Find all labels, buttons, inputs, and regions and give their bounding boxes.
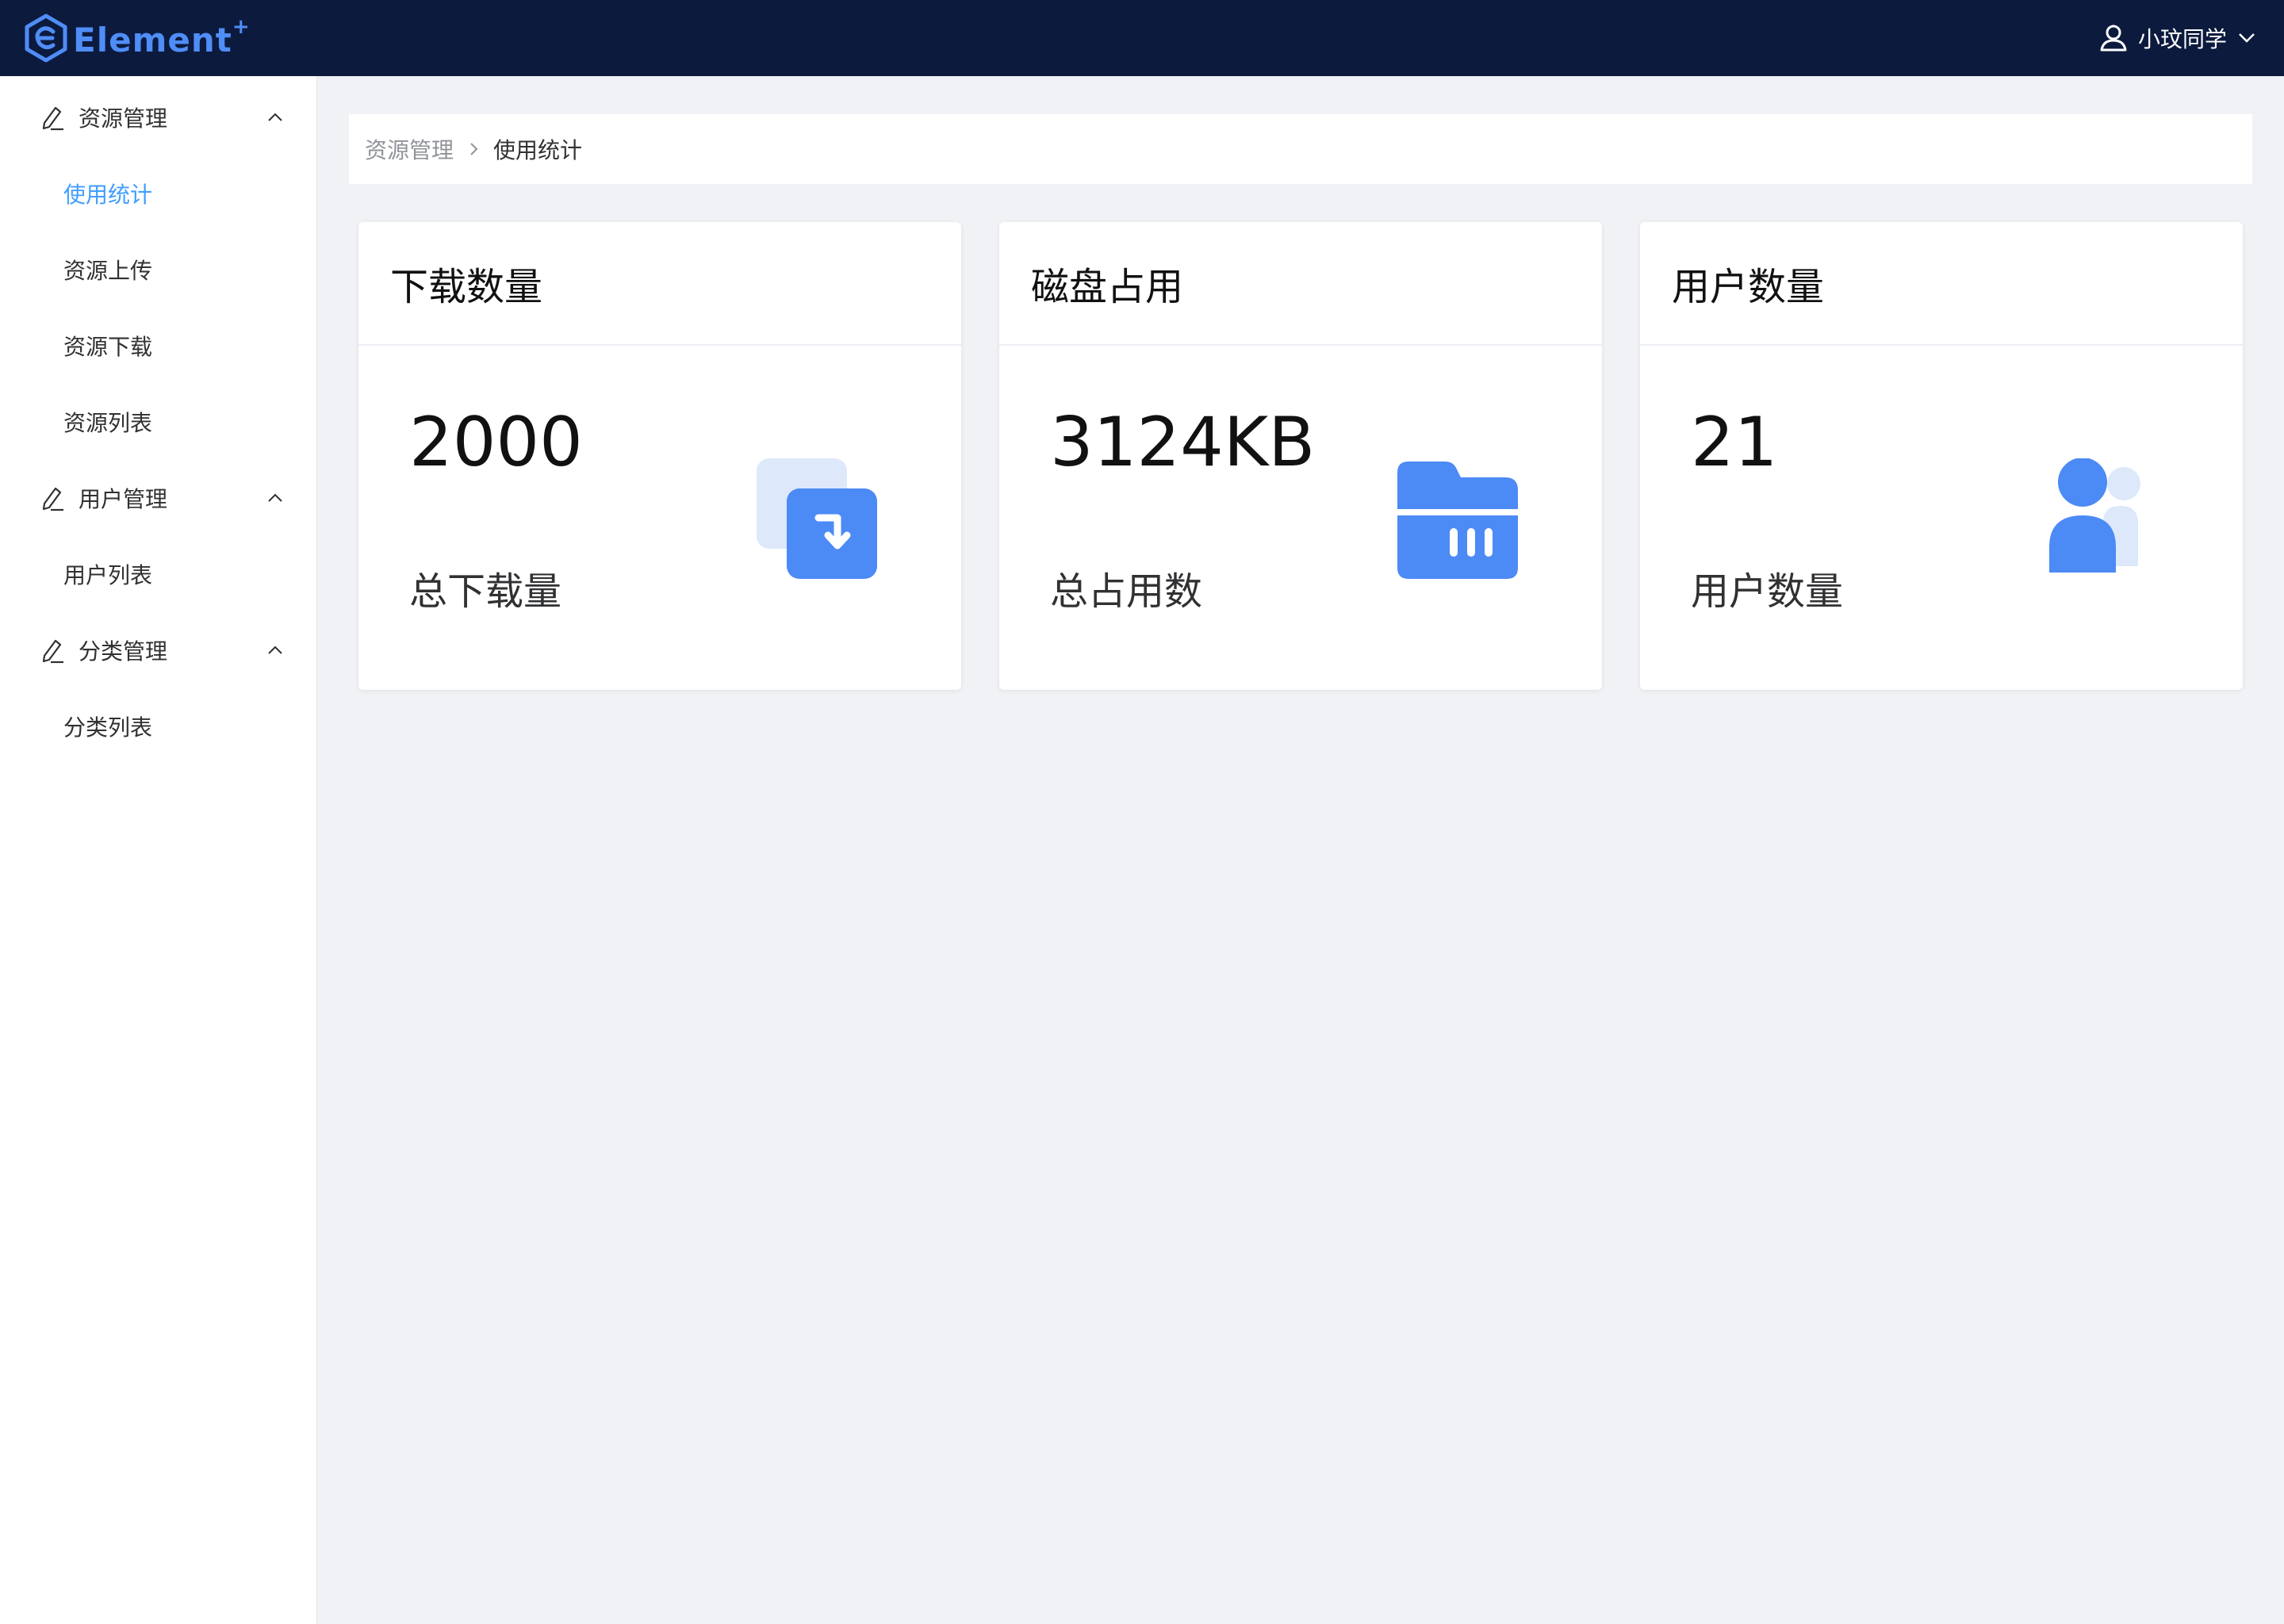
menu-group-label: 资源管理	[79, 105, 168, 132]
card-header: 用户数量	[1640, 222, 2243, 346]
chevron-right-icon	[470, 143, 478, 155]
menu-item-label: 资源下载	[63, 334, 153, 360]
card-header: 磁盘占用	[999, 222, 1602, 346]
menu-item-label: 用户列表	[63, 562, 153, 588]
menu-item-resource-download[interactable]: 资源下载	[0, 308, 317, 384]
chevron-down-icon	[2239, 33, 2255, 43]
chevron-up-icon	[268, 645, 282, 654]
breadcrumb-item-resource-management[interactable]: 资源管理	[365, 133, 454, 165]
card-title: 磁盘占用	[1031, 265, 1184, 309]
app-logo[interactable]: Element +	[24, 13, 250, 63]
menu-item-usage-stats[interactable]: 使用统计	[0, 155, 317, 232]
user-icon	[2100, 25, 2127, 52]
users-icon	[2049, 458, 2140, 573]
menu-item-label: 资源列表	[63, 410, 153, 436]
menu-group-user-management[interactable]: 用户管理	[0, 460, 317, 536]
card-label: 总下载量	[409, 569, 562, 614]
menu-item-label: 分类列表	[63, 714, 153, 741]
menu-item-category-list[interactable]: 分类列表	[0, 688, 317, 764]
menu-item-label: 使用统计	[63, 182, 153, 208]
username: 小玟同学	[2137, 26, 2227, 52]
card-value: 2000	[409, 403, 583, 482]
sidebar: 资源管理 使用统计 资源上传 资源下载 资源列表 用户管理 用户列表 分类管理	[0, 76, 317, 1624]
stat-card-downloads: 下载数量 2000 总下载量	[358, 222, 961, 690]
menu-group-category-management[interactable]: 分类管理	[0, 612, 317, 688]
edit-pen-icon	[42, 639, 63, 664]
card-header: 下载数量	[358, 222, 961, 346]
card-value: 3124KB	[1050, 403, 1316, 482]
element-logo-icon	[25, 13, 67, 63]
menu-group-label: 用户管理	[79, 486, 168, 512]
breadcrumb-item-current: 使用统计	[493, 137, 583, 163]
chevron-up-icon	[268, 113, 282, 121]
menu-group-resource-management[interactable]: 资源管理	[0, 79, 317, 155]
card-title: 用户数量	[1672, 265, 1825, 309]
card-title: 下载数量	[390, 265, 543, 309]
logo-plus: +	[232, 15, 250, 39]
top-navbar: Element + 小玟同学	[0, 0, 2284, 76]
chevron-up-icon	[268, 493, 282, 502]
card-value: 21	[1691, 403, 1778, 482]
card-label: 总占用数	[1050, 569, 1203, 614]
menu-item-user-list[interactable]: 用户列表	[0, 536, 317, 612]
edit-pen-icon	[42, 487, 63, 511]
card-label: 用户数量	[1691, 569, 1844, 614]
stat-card-users: 用户数量 21 用户数量	[1640, 222, 2243, 690]
folder-icon	[1397, 462, 1518, 579]
menu-item-label: 资源上传	[63, 258, 153, 284]
edit-pen-icon	[42, 106, 63, 131]
menu-item-resource-list[interactable]: 资源列表	[0, 384, 317, 460]
download-icon	[757, 458, 877, 579]
breadcrumb: 资源管理 使用统计	[349, 114, 2252, 184]
user-menu[interactable]: 小玟同学	[2098, 19, 2257, 57]
logo-text: Element	[73, 20, 232, 59]
stat-card-disk-usage: 磁盘占用 3124KB 总占用数	[999, 222, 1602, 690]
menu-item-resource-upload[interactable]: 资源上传	[0, 232, 317, 308]
menu-group-label: 分类管理	[79, 638, 168, 665]
